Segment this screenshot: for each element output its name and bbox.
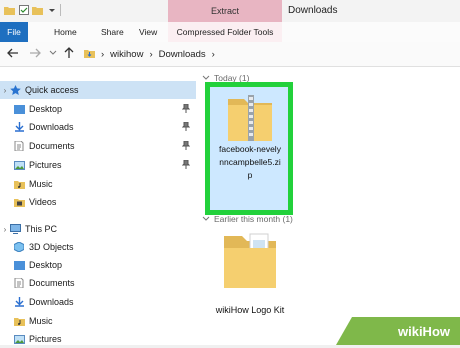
nav-item-this-pc[interactable]: › This PC <box>0 220 196 238</box>
music-folder-icon <box>14 316 25 326</box>
address-row: › wikihow › Downloads › <box>0 42 460 67</box>
group-header-earlier-this-month[interactable]: Earlier this month (1) <box>202 214 293 224</box>
pin-icon[interactable] <box>181 121 191 131</box>
nav-item-desktop-pc[interactable]: Desktop <box>0 256 196 274</box>
3d-objects-icon <box>14 242 25 252</box>
breadcrumb: › wikihow › Downloads › <box>84 46 215 62</box>
pin-icon[interactable] <box>181 103 191 113</box>
nav-item-3d-objects[interactable]: 3D Objects <box>0 238 196 256</box>
up-arrow-icon[interactable] <box>62 46 76 60</box>
toolbar-divider <box>60 4 61 16</box>
breadcrumb-chevron-icon[interactable]: › <box>212 49 215 60</box>
nav-item-downloads-pc[interactable]: Downloads <box>0 293 196 311</box>
nav-item-downloads[interactable]: Downloads <box>0 118 196 136</box>
breadcrumb-wikihow[interactable]: wikihow <box>110 49 143 60</box>
nav-item-pictures-pc[interactable]: Pictures <box>0 330 196 348</box>
watermark-text: wikiHow <box>397 324 450 339</box>
window-title: Downloads <box>288 5 338 16</box>
zip-folder-icon <box>228 95 272 141</box>
pc-icon <box>10 224 21 234</box>
nav-item-label: Desktop <box>29 260 63 270</box>
documents-folder-icon <box>14 278 25 288</box>
nav-item-videos[interactable]: Videos <box>0 193 196 211</box>
tab-share[interactable]: Share <box>101 22 124 42</box>
properties-icon[interactable] <box>18 5 29 16</box>
new-folder-icon[interactable] <box>32 5 43 16</box>
nav-item-label: Videos <box>29 197 57 207</box>
folder-icon[interactable] <box>4 5 15 16</box>
nav-item-label: This PC <box>25 224 58 234</box>
group-label: Earlier this month (1) <box>214 214 293 224</box>
expand-chevron-icon[interactable]: › <box>0 225 10 234</box>
nav-item-label: Downloads <box>29 297 74 307</box>
nav-item-label: Quick access <box>25 85 79 95</box>
breadcrumb-chevron-icon[interactable]: › <box>101 49 104 60</box>
folder-icon[interactable] <box>222 230 278 290</box>
collapse-chevron-icon[interactable] <box>202 214 210 224</box>
nav-item-documents-pc[interactable]: Documents <box>0 274 196 292</box>
recent-locations-chevron-icon[interactable] <box>46 46 60 60</box>
tab-compressed-folder-tools[interactable]: Compressed Folder Tools <box>168 22 282 42</box>
ribbon-tabs: File Home Share View Compressed Folder T… <box>0 22 460 43</box>
nav-item-label: Desktop <box>29 104 63 114</box>
nav-item-label: Documents <box>29 141 75 151</box>
desktop-folder-icon <box>14 260 25 270</box>
downloads-location-icon <box>84 48 95 61</box>
forward-arrow-icon[interactable] <box>28 46 42 60</box>
quick-access-toolbar <box>4 4 61 16</box>
pictures-folder-icon <box>14 334 25 344</box>
documents-folder-icon <box>14 141 25 151</box>
videos-folder-icon <box>14 197 25 207</box>
nav-item-label: Pictures <box>29 334 62 344</box>
nav-item-label: Downloads <box>29 122 74 132</box>
tab-view[interactable]: View <box>139 22 157 42</box>
nav-item-label: Music <box>29 316 53 326</box>
pin-icon[interactable] <box>181 140 191 150</box>
navigation-pane: › Quick access Desktop Downloads Documen… <box>0 67 196 345</box>
file-name: facebook-nevely nncampbelle5.zi p <box>219 144 281 180</box>
desktop-folder-icon <box>14 104 25 114</box>
file-item-zip[interactable]: facebook-nevely nncampbelle5.zi p <box>205 82 293 215</box>
nav-item-label: Documents <box>29 278 75 288</box>
tab-file[interactable]: File <box>0 22 28 42</box>
breadcrumb-chevron-icon[interactable]: › <box>149 49 152 60</box>
breadcrumb-downloads[interactable]: Downloads <box>159 49 206 60</box>
expand-chevron-icon[interactable]: › <box>0 86 10 95</box>
downloads-folder-icon <box>14 297 25 307</box>
nav-item-label: 3D Objects <box>29 242 74 252</box>
nav-item-music-pc[interactable]: Music <box>0 312 196 330</box>
nav-item-documents[interactable]: Documents <box>0 137 196 155</box>
nav-item-music[interactable]: Music <box>0 175 196 193</box>
nav-item-label: Pictures <box>29 160 62 170</box>
pin-icon[interactable] <box>181 159 191 169</box>
nav-item-quick-access[interactable]: › Quick access <box>0 81 196 99</box>
nav-item-pictures[interactable]: Pictures <box>0 156 196 174</box>
downloads-folder-icon <box>14 122 25 132</box>
folder-name: wikiHow Logo Kit <box>215 305 285 315</box>
pictures-folder-icon <box>14 160 25 170</box>
star-icon <box>10 85 21 95</box>
back-arrow-icon[interactable] <box>6 46 20 60</box>
context-tab-extract[interactable]: Extract <box>168 0 282 22</box>
music-folder-icon <box>14 179 25 189</box>
title-bar: Extract Downloads <box>0 0 460 22</box>
nav-item-desktop[interactable]: Desktop <box>0 100 196 118</box>
nav-item-label: Music <box>29 179 53 189</box>
chevron-down-icon[interactable] <box>46 5 57 16</box>
tab-home[interactable]: Home <box>54 22 77 42</box>
